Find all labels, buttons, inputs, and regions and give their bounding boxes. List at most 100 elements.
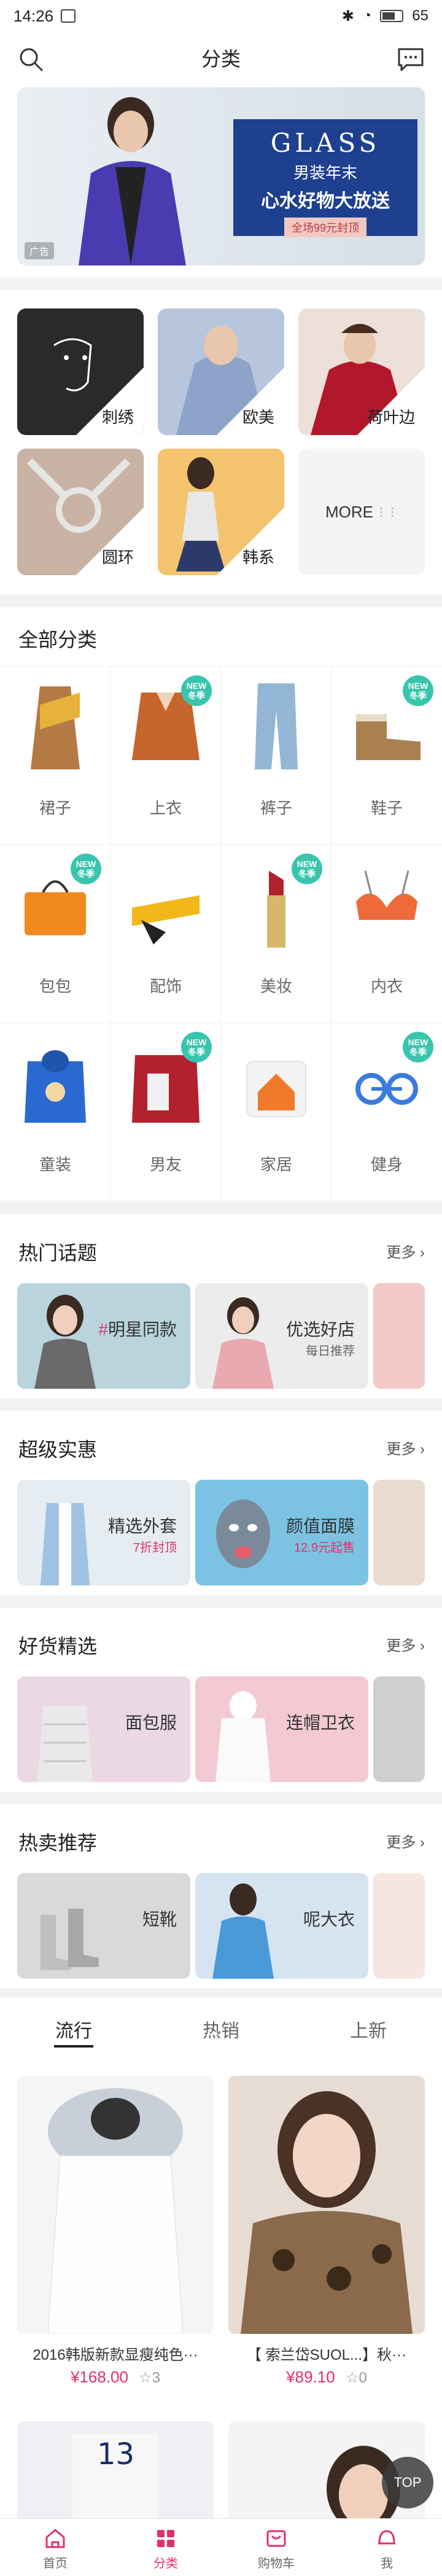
style-tile-korean[interactable]: 韩系	[158, 449, 284, 575]
pick-card-hoodie[interactable]: 连帽卫衣	[195, 1676, 368, 1782]
topic-sub: 每日推荐	[306, 1345, 355, 1358]
tab-popular[interactable]: 流行	[0, 1997, 147, 2052]
style-tile-ring[interactable]: 圆环	[17, 449, 144, 575]
deal-text: 颜值面膜	[285, 1517, 355, 1536]
category-label: 美妆	[260, 977, 292, 995]
promo-banner[interactable]: GLASS 男装年末 心水好物大放送 全场99元封顶 广告	[17, 87, 425, 265]
banner-model-image	[79, 97, 186, 265]
ad-label: 广告	[25, 242, 55, 259]
pick-text: 面包服	[125, 1713, 177, 1732]
section-title: 全部分类	[18, 629, 98, 651]
category-fitness[interactable]: NEW 冬季 健身	[332, 1023, 442, 1201]
image-icon	[61, 9, 76, 23]
category-shoes[interactable]: NEW 冬季 鞋子	[332, 667, 442, 845]
deal-image	[41, 1503, 90, 1585]
nav-category[interactable]: 分类	[110, 2519, 221, 2576]
back-to-top-button[interactable]: TOP	[382, 2457, 433, 2508]
star-icon: ☆	[139, 2370, 152, 2386]
hot-topics-section: 热门话题 更多 › #明星同款 优选好店 每日推荐	[0, 1214, 442, 1399]
good-picks-section: 好货精选 更多 › 面包服 连帽卫衣	[0, 1608, 442, 1792]
banner-line2: 心水好物大放送	[261, 191, 390, 211]
product-card[interactable]: 【 索兰岱SUOL...】秋··· ¥89.10 ☆0	[228, 2076, 425, 2387]
category-bags[interactable]: NEW 冬季 包包	[0, 845, 110, 1023]
sale-card-coat[interactable]: 呢大衣	[195, 1873, 368, 1979]
sale-card-boots[interactable]: 短靴	[17, 1873, 190, 1979]
style-tile-western[interactable]: 欧美	[158, 308, 284, 435]
style-label: 圆环	[101, 548, 134, 567]
category-skirt[interactable]: 裙子	[0, 667, 110, 845]
topic-card-partial[interactable]	[373, 1283, 425, 1389]
pick-card-puffer[interactable]: 面包服	[17, 1676, 190, 1782]
topic-text: 明星同款	[107, 1320, 177, 1339]
new-badge: NEW 冬季	[181, 1032, 212, 1062]
category-pants[interactable]: 裤子	[221, 667, 332, 845]
nav-label: 购物车	[258, 2557, 295, 2570]
category-beauty[interactable]: NEW 冬季 美妆	[221, 845, 332, 1023]
topic-card-shop[interactable]: 优选好店 每日推荐	[195, 1283, 368, 1389]
deal-card-masks[interactable]: 颜值面膜 12.9元起售	[195, 1480, 368, 1585]
pick-card-partial[interactable]	[373, 1676, 425, 1782]
section-title: 超级实惠	[18, 1439, 98, 1461]
category-boyfriend[interactable]: NEW 冬季 男友	[110, 1023, 221, 1201]
sale-card-partial[interactable]	[373, 1873, 425, 1979]
style-label: 刺绣	[101, 408, 134, 426]
more-link[interactable]: 更多 ›	[386, 1830, 425, 1852]
category-tops[interactable]: NEW 冬季 上衣	[110, 667, 221, 845]
deal-card-partial[interactable]	[373, 1480, 425, 1585]
more-label: MORE	[325, 502, 373, 521]
search-icon[interactable]	[17, 45, 44, 73]
section-title: 好货精选	[18, 1635, 98, 1657]
style-tile-embroidery[interactable]: 刺绣	[17, 308, 144, 435]
home-icon	[45, 2529, 65, 2548]
category-underwear[interactable]: 内衣	[332, 845, 442, 1023]
style-label: 欧美	[242, 408, 274, 426]
new-badge: NEW 冬季	[292, 854, 322, 884]
message-icon[interactable]	[397, 45, 425, 73]
category-grid: 裙子 NEW 冬季 上衣 裤子 NEW 冬季 鞋子 NEW 冬季 包包 配饰 NEW 冬…	[0, 666, 442, 1202]
category-home[interactable]: 家居	[221, 1023, 332, 1201]
battery-icon	[380, 10, 404, 22]
sale-text: 短靴	[142, 1910, 177, 1929]
favorite-count[interactable]: ☆0	[346, 2370, 367, 2386]
style-tile-more[interactable]: MORE ⋮⋮	[298, 449, 425, 575]
more-link[interactable]: 更多 ›	[386, 1633, 425, 1655]
topic-image	[34, 1295, 96, 1389]
category-label: 健身	[370, 1155, 403, 1174]
product-name: 【 索兰岱SUOL...】秋···	[246, 2347, 406, 2363]
banner-section: GLASS 男装年末 心水好物大放送 全场99元封顶 广告	[0, 84, 442, 278]
nav-me[interactable]: 我	[332, 2519, 442, 2576]
all-categories-section: 全部分类 裙子 NEW 冬季 上衣 裤子 NEW 冬季 鞋子 NEW 冬季 包包 配饰	[0, 607, 442, 1202]
more-link[interactable]: 更多 ›	[386, 1437, 425, 1458]
category-label: 上衣	[149, 799, 182, 817]
sale-image	[212, 1883, 274, 1979]
style-label: 荷叶边	[366, 408, 415, 426]
product-card[interactable]: 2016韩版新款显瘦纯色··· ¥168.00 ☆3	[17, 2076, 214, 2387]
style-grid: 刺绣 欧美 荷叶边 圆环 韩系 MORE ⋮⋮	[0, 290, 442, 595]
status-time: 14:26	[14, 6, 54, 25]
product-name: 2016韩版新款显瘦纯色···	[33, 2347, 198, 2363]
product-image	[17, 2076, 214, 2334]
section-title: 热卖推荐	[18, 1832, 98, 1854]
nav-cart[interactable]: 购物车	[221, 2519, 332, 2576]
star-icon: ☆	[345, 2370, 359, 2386]
category-accessories[interactable]: 配饰	[110, 845, 221, 1023]
favorite-count[interactable]: ☆3	[139, 2370, 160, 2386]
deal-sub: 7折封顶	[133, 1541, 177, 1555]
bra-icon	[356, 870, 417, 920]
more-link[interactable]: 更多 ›	[386, 1240, 425, 1262]
tab-new-arrivals[interactable]: 上新	[295, 1997, 442, 2052]
battery-level: 65	[412, 7, 428, 24]
banner-text-card: GLASS 男装年末 心水好物大放送 全场99元封顶	[233, 119, 417, 237]
category-kids[interactable]: 童装	[0, 1023, 110, 1201]
category-label: 家居	[260, 1155, 292, 1174]
style-tile-ruffle[interactable]: 荷叶边	[298, 308, 425, 435]
deal-card-coats[interactable]: 精选外套 7折封顶	[17, 1480, 190, 1585]
cart-icon	[266, 2530, 286, 2547]
user-icon	[378, 2530, 395, 2545]
tab-hot-selling[interactable]: 热销	[147, 1997, 295, 2052]
nav-home[interactable]: 首页	[0, 2519, 110, 2576]
topic-card-celebrity[interactable]: #明星同款	[17, 1283, 190, 1389]
pick-image	[37, 1706, 93, 1782]
pillow-icon	[246, 1061, 306, 1117]
new-badge: NEW 冬季	[71, 854, 101, 884]
